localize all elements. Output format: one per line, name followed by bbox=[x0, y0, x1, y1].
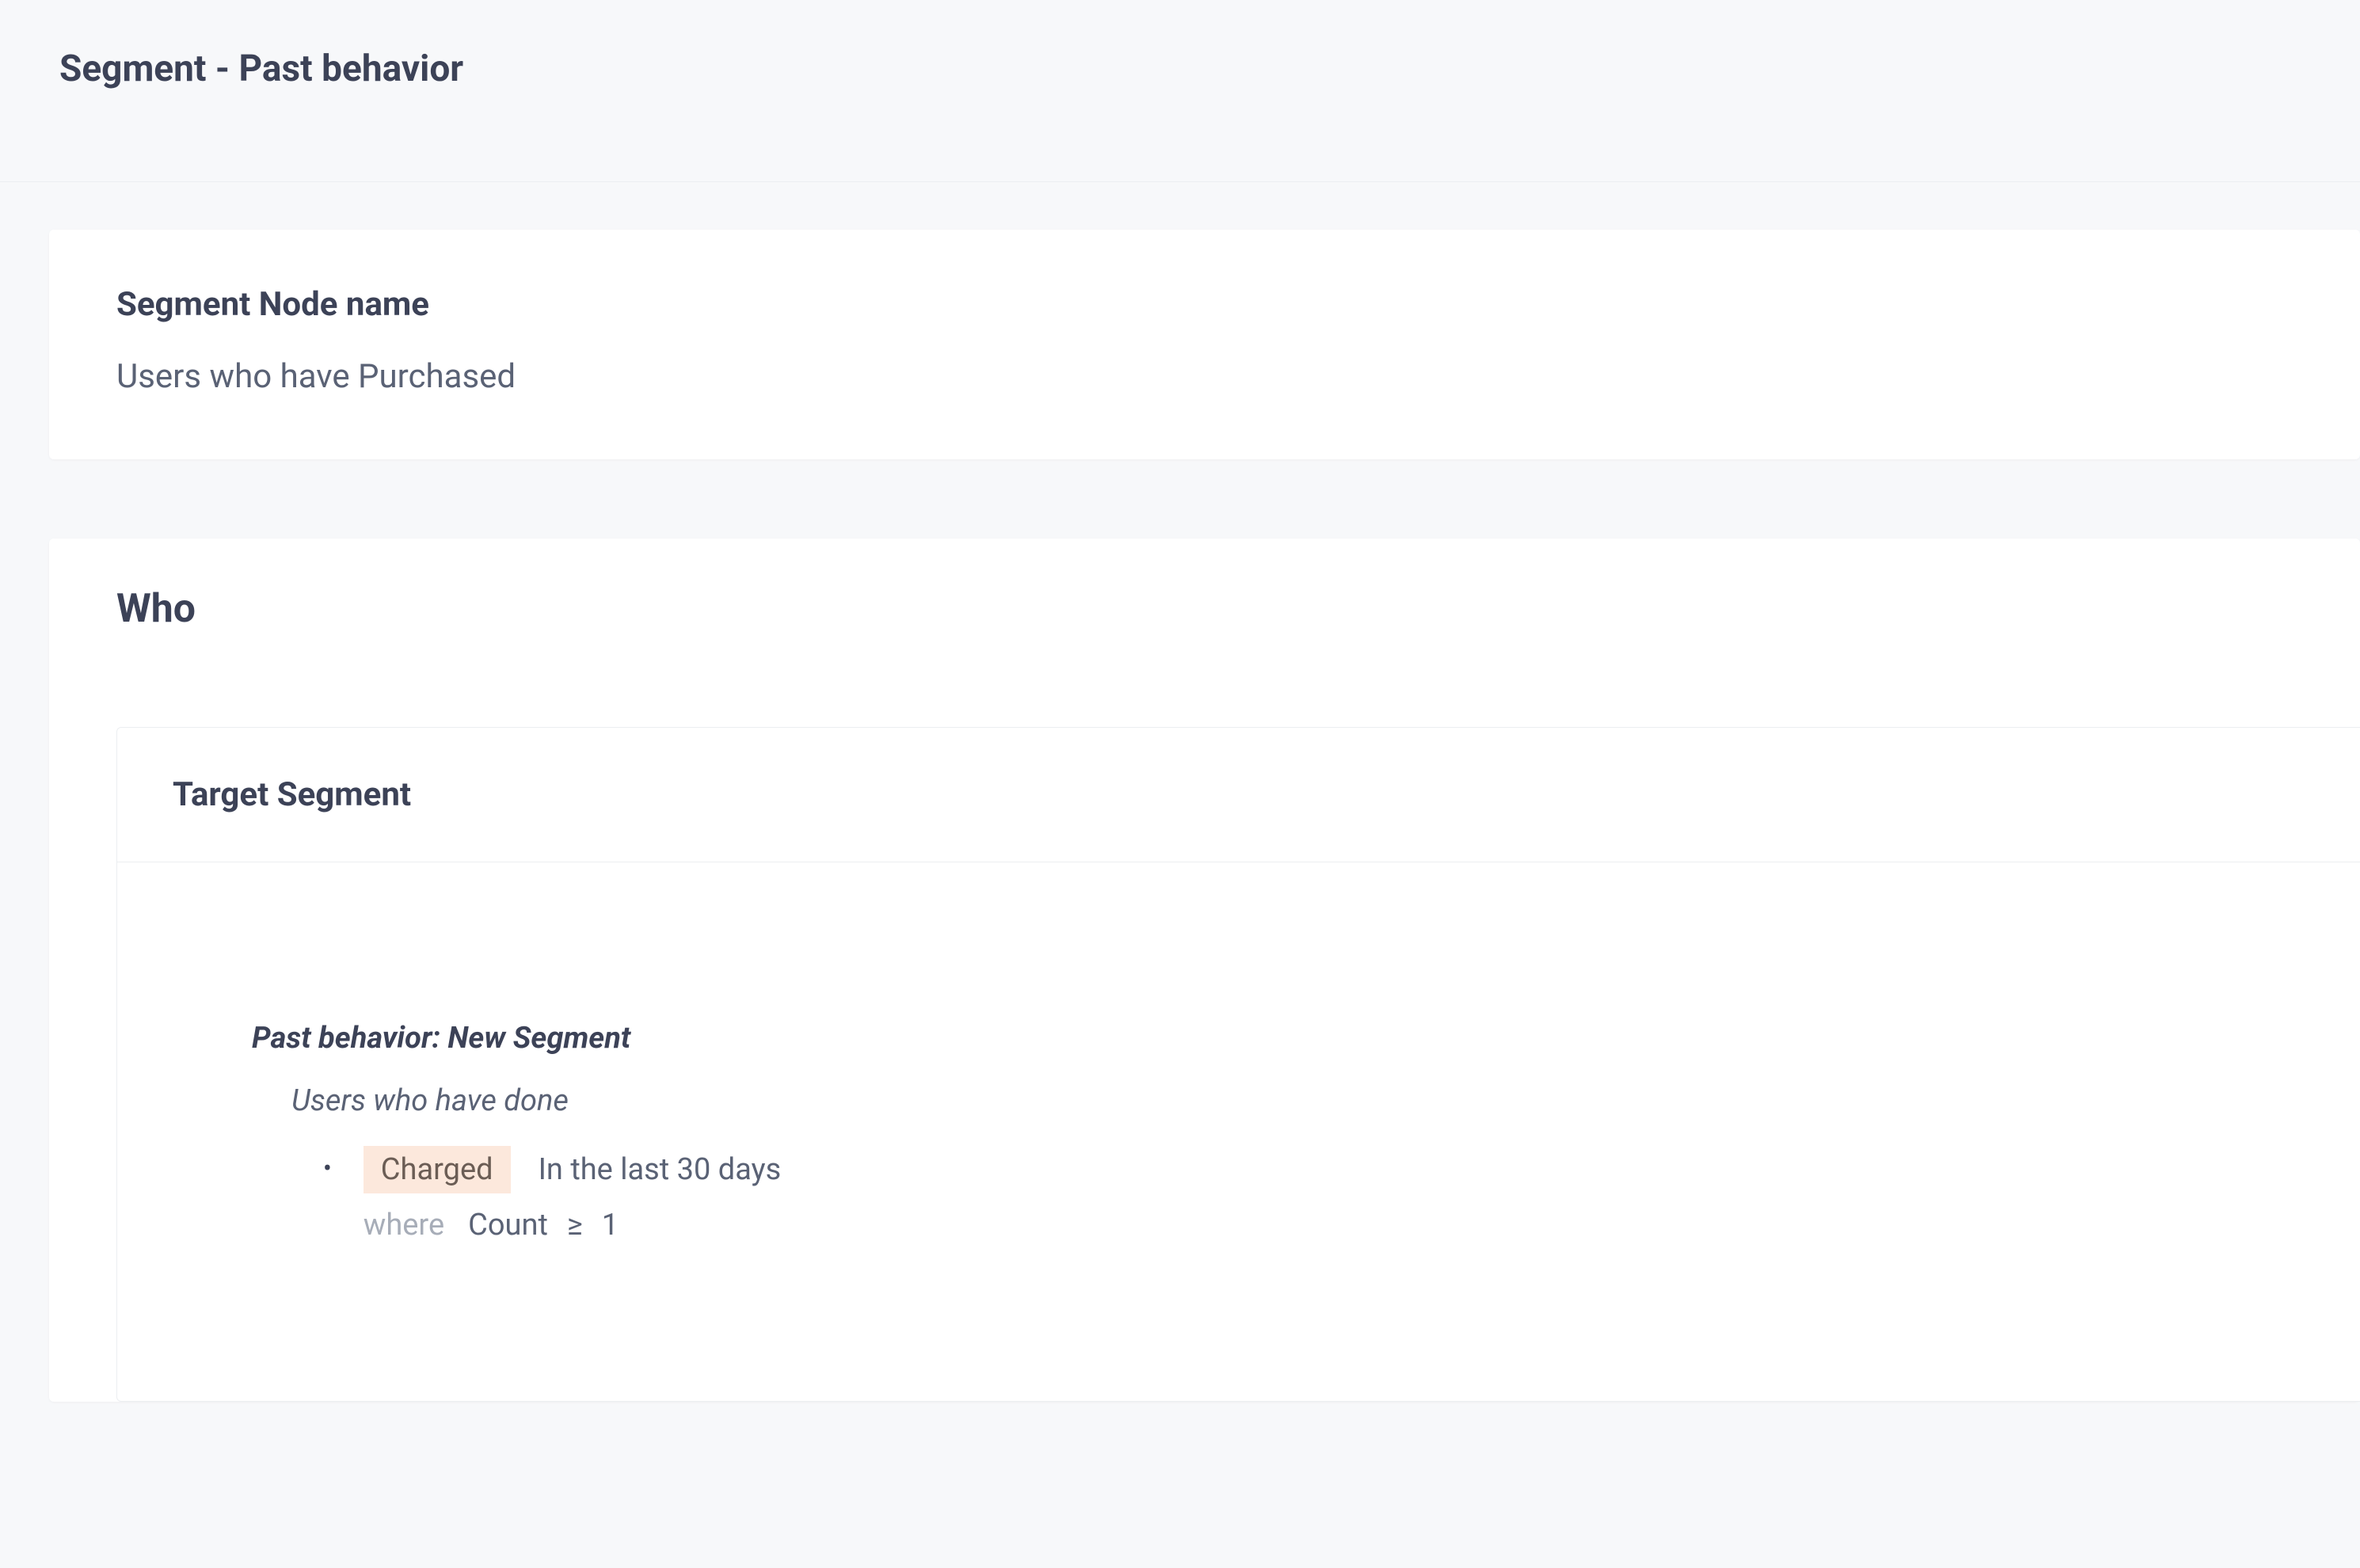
target-segment-header: Target Segment bbox=[117, 728, 2360, 862]
who-title: Who bbox=[49, 586, 2360, 632]
past-behavior-label: Past behavior: New Segment bbox=[252, 1021, 2360, 1056]
bullet-icon: • bbox=[323, 1153, 332, 1183]
segment-node-value: Users who have Purchased bbox=[116, 357, 2293, 396]
segment-node-title: Segment Node name bbox=[116, 285, 2293, 324]
who-card: Who Target Segment Past behavior: New Se… bbox=[49, 539, 2360, 1402]
users-done-label: Users who have done bbox=[291, 1083, 2360, 1118]
content-area: Segment Node name Users who have Purchas… bbox=[0, 230, 2360, 1402]
count-value: 1 bbox=[602, 1208, 619, 1243]
segment-details: Past behavior: New Segment Users who hav… bbox=[117, 862, 2360, 1243]
where-clause: where Count ≥ 1 bbox=[364, 1208, 781, 1243]
metric-label: Count bbox=[468, 1208, 548, 1243]
segment-node-card: Segment Node name Users who have Purchas… bbox=[49, 230, 2360, 459]
rule-list: • Charged In the last 30 days where Coun… bbox=[323, 1146, 2360, 1243]
rule-item: • Charged In the last 30 days where Coun… bbox=[323, 1146, 2360, 1243]
rule-timeframe: In the last 30 days bbox=[539, 1152, 782, 1187]
page-header: Segment - Past behavior bbox=[0, 0, 2360, 182]
where-label: where bbox=[364, 1208, 444, 1243]
page-title: Segment - Past behavior bbox=[59, 48, 2301, 90]
target-segment-title: Target Segment bbox=[173, 775, 2305, 814]
operator-label: ≥ bbox=[567, 1208, 583, 1243]
event-pill[interactable]: Charged bbox=[364, 1146, 511, 1193]
target-segment-card: Target Segment Past behavior: New Segmen… bbox=[116, 727, 2360, 1402]
